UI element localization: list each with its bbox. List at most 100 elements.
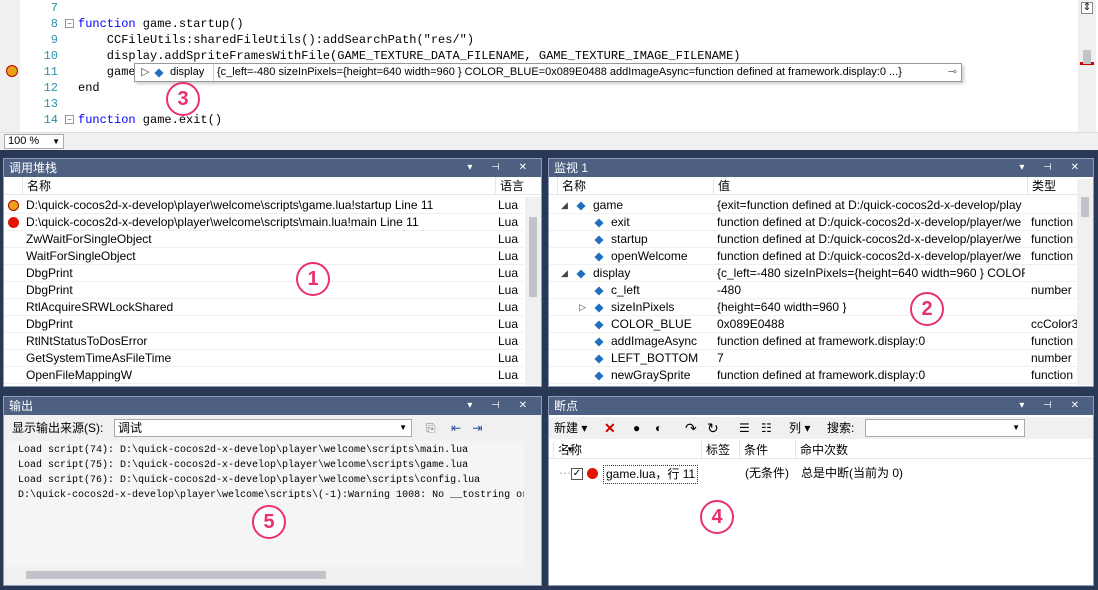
fold-icon[interactable]: − [65,115,74,124]
search-input[interactable]: ▼ [865,419,1025,437]
scroll-thumb[interactable] [1083,50,1091,64]
watch-value: function defined at framework.display:0 [717,368,926,382]
expand-icon[interactable]: ◢ [561,197,568,214]
fold-icon[interactable]: − [65,19,74,28]
callstack-row[interactable]: WaitForSingleObject Lua [4,248,524,265]
callstack-row[interactable]: ZwWaitForSingleObject Lua [4,231,524,248]
col-name[interactable]: 名称 [557,177,717,195]
columns-button[interactable]: 列 ▾ [789,417,810,439]
code-line[interactable]: function game.exit() [78,112,222,128]
watch-row[interactable]: COLOR_BLUE 0x089E0488 ccColor3 [549,316,1077,333]
output-vscrollbar[interactable] [524,441,540,567]
code-line[interactable]: game [78,64,136,80]
code-line[interactable]: CCFileUtils:sharedFileUtils():addSearchP… [78,32,474,48]
zoom-select[interactable]: 100 % ▼ [4,134,64,149]
watch-row[interactable]: ◢ game {exit=function defined at D:/quick-… [549,197,1077,214]
callstack-row[interactable]: D:\quick-cocos2d-x-develop\player\welcom… [4,197,524,214]
callstack-row[interactable]: DbgPrint Lua [4,282,524,299]
output-toolbar[interactable]: ⎘ ⇤ ⇥ [426,417,482,439]
expand-icon[interactable]: ▷ [141,64,149,81]
col-type[interactable]: 类型 [1027,177,1077,195]
watch-row[interactable]: ▷ sizeInPixels {height=640 width=960 } [549,299,1077,316]
breakpoint-row[interactable]: ⋯ ✓ game.lua，行 11 (无条件) 总是中断(当前为 0) [549,465,1093,484]
callstack-row[interactable]: RtlNtStatusToDosError Lua [4,333,524,350]
pin-icon[interactable]: ⊸ [948,64,957,81]
annotation-badge-5: 5 [252,505,286,539]
code-editor[interactable]: 7 8− function game.startup() 9 CCFileUtils:… [0,0,1098,150]
next-message-icon[interactable]: ⇥ [472,421,482,435]
expand-icon[interactable]: ▷ [579,299,586,316]
toggle-all-icon[interactable]: ◐ [655,417,662,439]
object-icon [594,286,604,296]
watch-name: addImageAsync [611,334,698,348]
delete-icon[interactable]: ✕ [604,417,616,439]
delete-all-icon[interactable]: ● [633,417,640,439]
object-icon [594,354,604,364]
watch-row[interactable]: addImageAsync function defined at framewo… [549,333,1077,350]
find-icon[interactable]: ⎘ [426,421,436,435]
code-line[interactable]: end [78,80,100,96]
col-cond[interactable]: 条件 [739,441,795,459]
watch-row[interactable]: startup function defined at D:/quick-coco… [549,231,1077,248]
goto-disasm-icon[interactable]: ↻ [707,417,719,439]
new-button[interactable]: 新建 ▾ [554,417,587,439]
callstack-row[interactable]: OpenFileMappingW Lua [4,367,524,384]
col-lang[interactable]: 语言 [495,177,525,195]
callstack-columns: 名称 语言 [4,177,541,195]
split-icon[interactable]: ⇕ [1081,2,1093,14]
callstack-title: 调用堆栈 [9,161,58,175]
watch-row[interactable]: openWelcome function defined at D:/quick-… [549,248,1077,265]
output-panel: 输出 ▾ ⊣ ✕ 显示输出来源(S): 调试 ▼ ⎘ ⇤ ⇥ Load script… [3,396,542,586]
code-line[interactable]: display.addSpriteFramesWithFile(GAME_TEX… [78,48,741,64]
panel-controls[interactable]: ▾ ⊣ ✕ [1019,159,1087,177]
watch-scrollbar[interactable] [1077,179,1093,385]
watch-type: ccColor3 [1031,317,1077,331]
output-text[interactable]: Load script(74): D:\quick-cocos2d-x-deve… [6,441,524,567]
breakpoints-title: 断点 [554,399,579,413]
datatip-name: display [170,66,205,78]
export-icon[interactable]: ☰ [739,417,750,439]
panel-controls[interactable]: ▾ ⊣ ✕ [467,397,535,415]
prev-message-icon[interactable]: ⇤ [451,421,461,435]
panel-controls[interactable]: ▾ ⊣ ✕ [467,159,535,177]
col-name[interactable]: 名称 ▼ [549,441,699,459]
breakpoints-panel: 断点 ▾ ⊣ ✕ 新建 ▾ ✕ ● ◐ ↷ ↻ ☰ ☷ 列 ▾ 搜索: ▼ 名称 … [548,396,1094,586]
callstack-row[interactable]: GetSystemTimeAsFileTime Lua [4,350,524,367]
output-hscrollbar[interactable] [6,567,524,583]
watch-name: c_left [611,283,640,297]
col-hits[interactable]: 命中次数 [795,441,909,459]
col-tag[interactable]: 标签 [701,441,739,459]
watch-row[interactable]: exit function defined at D:/quick-cocos2d… [549,214,1077,231]
callstack-row[interactable]: DbgPrint Lua [4,316,524,333]
goto-source-icon[interactable]: ↷ [685,417,697,439]
object-icon [576,269,586,279]
import-icon[interactable]: ☷ [761,417,772,439]
breakpoint-checkbox[interactable]: ✓ [571,468,583,480]
watch-name: game [593,198,624,212]
editor-vscrollbar[interactable]: ⇕ [1078,0,1096,132]
frame-language: Lua [498,351,519,365]
callstack-row[interactable]: D:\quick-cocos2d-x-develop\player\welcom… [4,214,524,231]
callstack-row[interactable]: RtlAcquireSRWLockShared Lua [4,299,524,316]
frame-language: Lua [498,249,519,263]
expand-icon[interactable]: ◢ [561,265,568,282]
datatip[interactable]: ▷ display {c_left=-480 sizeInPixels={hei… [134,63,962,82]
watch-row[interactable]: c_left -480 number [549,282,1077,299]
output-title: 输出 [9,399,34,413]
editor-hscrollbar[interactable]: 100 % ▼ [0,132,1098,150]
callstack-row[interactable]: DbgPrint Lua [4,265,524,282]
line-number: 8 [50,17,58,31]
watch-row[interactable]: LEFT_BOTTOM 7 number [549,350,1077,367]
watch-row[interactable]: newGraySprite function defined at framewo… [549,367,1077,384]
code-line[interactable]: function game.startup() [78,16,244,32]
panel-controls[interactable]: ▾ ⊣ ✕ [1019,397,1087,415]
callstack-scrollbar[interactable] [525,197,541,385]
col-name[interactable]: 名称 [22,177,492,195]
search-label: 搜索: [827,421,855,435]
col-value[interactable]: 值 [713,177,1028,195]
output-source-select[interactable]: 调试 ▼ [114,419,412,437]
watch-row[interactable]: ◢ display {c_left=-480 sizeInPixels={heigh… [549,265,1077,282]
output-source-label: 显示输出来源(S): [12,421,104,435]
annotation-badge-1: 1 [296,262,330,296]
current-frame-icon [8,200,19,211]
